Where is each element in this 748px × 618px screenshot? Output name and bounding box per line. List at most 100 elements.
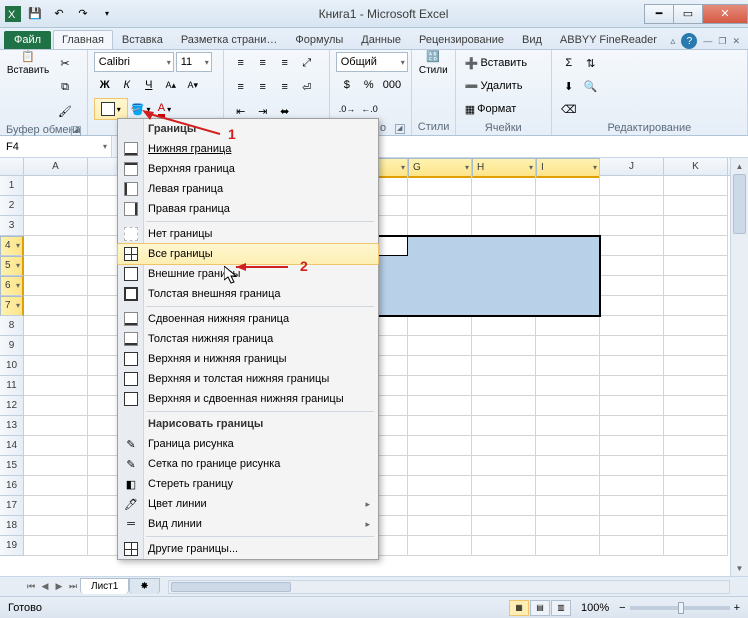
row-header[interactable]: 14: [0, 436, 24, 456]
menu-item-erase-border[interactable]: ◧Стереть границу: [118, 474, 378, 494]
close-button[interactable]: ✕: [702, 4, 748, 24]
cell[interactable]: [664, 316, 728, 336]
cell[interactable]: [408, 336, 472, 356]
cell[interactable]: [472, 256, 536, 276]
cell[interactable]: [536, 416, 600, 436]
align-center-button[interactable]: ≡: [252, 76, 274, 98]
cell[interactable]: [408, 536, 472, 556]
cell[interactable]: [536, 536, 600, 556]
cell[interactable]: [600, 236, 664, 256]
menu-item-draw-border-grid[interactable]: ✎Сетка по границе рисунка: [118, 454, 378, 474]
cell[interactable]: [408, 456, 472, 476]
new-sheet-button[interactable]: ✸: [129, 578, 159, 594]
sheet-nav-last[interactable]: ⏭: [66, 581, 80, 592]
tab-home[interactable]: Главная: [53, 30, 113, 49]
cell[interactable]: [664, 376, 728, 396]
grow-font-button[interactable]: A▴: [160, 74, 182, 96]
cell[interactable]: [24, 216, 88, 236]
cell[interactable]: [24, 496, 88, 516]
cell[interactable]: [472, 276, 536, 296]
menu-item-bottom-double[interactable]: Сдвоенная нижняя граница: [118, 309, 378, 329]
row-header[interactable]: 10: [0, 356, 24, 376]
cell[interactable]: [664, 216, 728, 236]
cell[interactable]: [472, 396, 536, 416]
menu-item-top-bottom[interactable]: Верхняя и нижняя границы: [118, 349, 378, 369]
cell[interactable]: [408, 216, 472, 236]
cell[interactable]: [536, 296, 600, 316]
cell[interactable]: [664, 496, 728, 516]
menu-item-line-style[interactable]: ═Вид линии: [118, 514, 378, 534]
format-cells-button[interactable]: ▦Формат: [462, 98, 552, 120]
vertical-scrollbar[interactable]: ▲ ▼: [730, 158, 748, 576]
cell[interactable]: [664, 256, 728, 276]
row-header[interactable]: 7: [0, 296, 24, 316]
horizontal-scrollbar[interactable]: [168, 580, 730, 594]
menu-item-line-color[interactable]: 🖊Цвет линии: [118, 494, 378, 514]
cell[interactable]: [600, 336, 664, 356]
cell[interactable]: [24, 516, 88, 536]
menu-item-outside-borders[interactable]: Внешние границы: [118, 264, 378, 284]
cell[interactable]: [600, 476, 664, 496]
bold-button[interactable]: Ж: [94, 74, 116, 96]
cell[interactable]: [600, 316, 664, 336]
accounting-button[interactable]: $: [336, 74, 358, 96]
col-header[interactable]: J: [600, 158, 664, 175]
col-header[interactable]: K: [664, 158, 728, 175]
cell[interactable]: [24, 396, 88, 416]
cell[interactable]: [536, 316, 600, 336]
cell[interactable]: [24, 196, 88, 216]
cell[interactable]: [536, 196, 600, 216]
cell[interactable]: [24, 356, 88, 376]
qat-customize-icon[interactable]: ▾: [96, 5, 118, 23]
row-header[interactable]: 2: [0, 196, 24, 216]
cell[interactable]: [472, 376, 536, 396]
row-header[interactable]: 11: [0, 376, 24, 396]
cell[interactable]: [24, 276, 88, 296]
zoom-handle[interactable]: [678, 602, 684, 614]
cell[interactable]: [472, 216, 536, 236]
cell[interactable]: [536, 176, 600, 196]
shrink-font-button[interactable]: A▾: [182, 74, 204, 96]
select-all-corner[interactable]: [0, 158, 24, 175]
sheet-nav-first[interactable]: ⏮: [24, 581, 38, 592]
row-header[interactable]: 6: [0, 276, 24, 296]
cell[interactable]: [536, 436, 600, 456]
number-format-select[interactable]: Общий: [336, 52, 408, 72]
save-icon[interactable]: 💾: [24, 5, 46, 23]
insert-cells-button[interactable]: ➕Вставить: [462, 52, 552, 74]
align-right-button[interactable]: ≡: [274, 76, 296, 98]
cell[interactable]: [408, 256, 472, 276]
align-middle-button[interactable]: ≡: [252, 52, 274, 74]
cell[interactable]: [472, 336, 536, 356]
cell[interactable]: [664, 236, 728, 256]
cell[interactable]: [536, 396, 600, 416]
cell[interactable]: [408, 516, 472, 536]
delete-cells-button[interactable]: ➖Удалить: [462, 75, 552, 97]
comma-button[interactable]: 000: [380, 74, 404, 96]
cell[interactable]: [536, 516, 600, 536]
cell[interactable]: [24, 416, 88, 436]
row-header[interactable]: 18: [0, 516, 24, 536]
cell[interactable]: [24, 296, 88, 316]
underline-button[interactable]: Ч: [138, 74, 160, 96]
font-name-select[interactable]: Calibri: [94, 52, 174, 72]
tab-abbyy[interactable]: ABBYY FineReader: [551, 30, 666, 49]
fill-button[interactable]: ⬇: [558, 75, 580, 97]
cell[interactable]: [536, 256, 600, 276]
maximize-button[interactable]: ▭: [673, 4, 703, 24]
menu-item-no-border[interactable]: Нет границы: [118, 224, 378, 244]
scroll-thumb[interactable]: [733, 174, 746, 234]
undo-icon[interactable]: ↶: [48, 5, 70, 23]
view-normal-button[interactable]: ▦: [509, 600, 529, 616]
scroll-down-icon[interactable]: ▼: [731, 560, 748, 576]
cell[interactable]: [600, 356, 664, 376]
col-header[interactable]: I: [536, 158, 600, 178]
name-box[interactable]: F4: [0, 136, 112, 157]
cell[interactable]: [472, 496, 536, 516]
cell[interactable]: [664, 416, 728, 436]
menu-item-thick-bottom[interactable]: Толстая нижняя граница: [118, 329, 378, 349]
cell[interactable]: [664, 396, 728, 416]
row-header[interactable]: 12: [0, 396, 24, 416]
cell[interactable]: [24, 336, 88, 356]
sheet-tab[interactable]: Лист1: [80, 578, 129, 594]
